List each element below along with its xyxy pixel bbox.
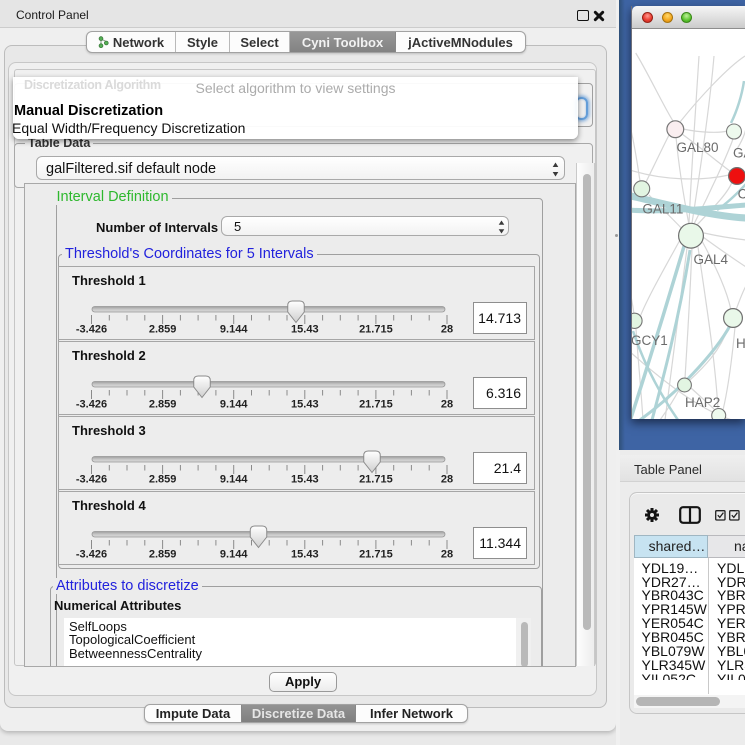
svg-text:21.715: 21.715 bbox=[359, 549, 393, 561]
svg-text:21.715: 21.715 bbox=[359, 399, 393, 411]
svg-text:GA: GA bbox=[733, 146, 745, 161]
svg-text:28: 28 bbox=[441, 474, 453, 486]
svg-text:28: 28 bbox=[441, 399, 453, 411]
svg-text:-3.426: -3.426 bbox=[76, 474, 107, 486]
svg-text:21.715: 21.715 bbox=[359, 474, 393, 486]
svg-text:GAL80: GAL80 bbox=[677, 140, 719, 155]
svg-text:HAP2: HAP2 bbox=[685, 395, 720, 410]
svg-text:2.859: 2.859 bbox=[149, 474, 177, 486]
svg-text:GAL11: GAL11 bbox=[642, 202, 683, 217]
svg-text:28: 28 bbox=[441, 549, 453, 561]
svg-text:9.144: 9.144 bbox=[220, 324, 248, 336]
svg-text:9.144: 9.144 bbox=[220, 474, 248, 486]
svg-text:GAL4: GAL4 bbox=[694, 252, 729, 267]
svg-text:-3.426: -3.426 bbox=[76, 549, 107, 561]
svg-text:9.144: 9.144 bbox=[220, 549, 248, 561]
svg-text:15.43: 15.43 bbox=[291, 324, 319, 336]
svg-text:2.859: 2.859 bbox=[149, 399, 177, 411]
svg-text:15.43: 15.43 bbox=[291, 399, 319, 411]
svg-text:28: 28 bbox=[441, 324, 453, 336]
svg-text:C: C bbox=[738, 187, 745, 202]
svg-text:15.43: 15.43 bbox=[291, 549, 319, 561]
svg-text:GCY1: GCY1 bbox=[632, 333, 668, 348]
svg-text:H: H bbox=[736, 336, 745, 351]
svg-text:15.43: 15.43 bbox=[291, 474, 319, 486]
svg-text:2.859: 2.859 bbox=[149, 324, 177, 336]
svg-text:-3.426: -3.426 bbox=[76, 399, 107, 411]
svg-text:21.715: 21.715 bbox=[359, 324, 393, 336]
svg-text:9.144: 9.144 bbox=[220, 399, 248, 411]
svg-text:2.859: 2.859 bbox=[149, 549, 177, 561]
svg-text:-3.426: -3.426 bbox=[76, 324, 107, 336]
